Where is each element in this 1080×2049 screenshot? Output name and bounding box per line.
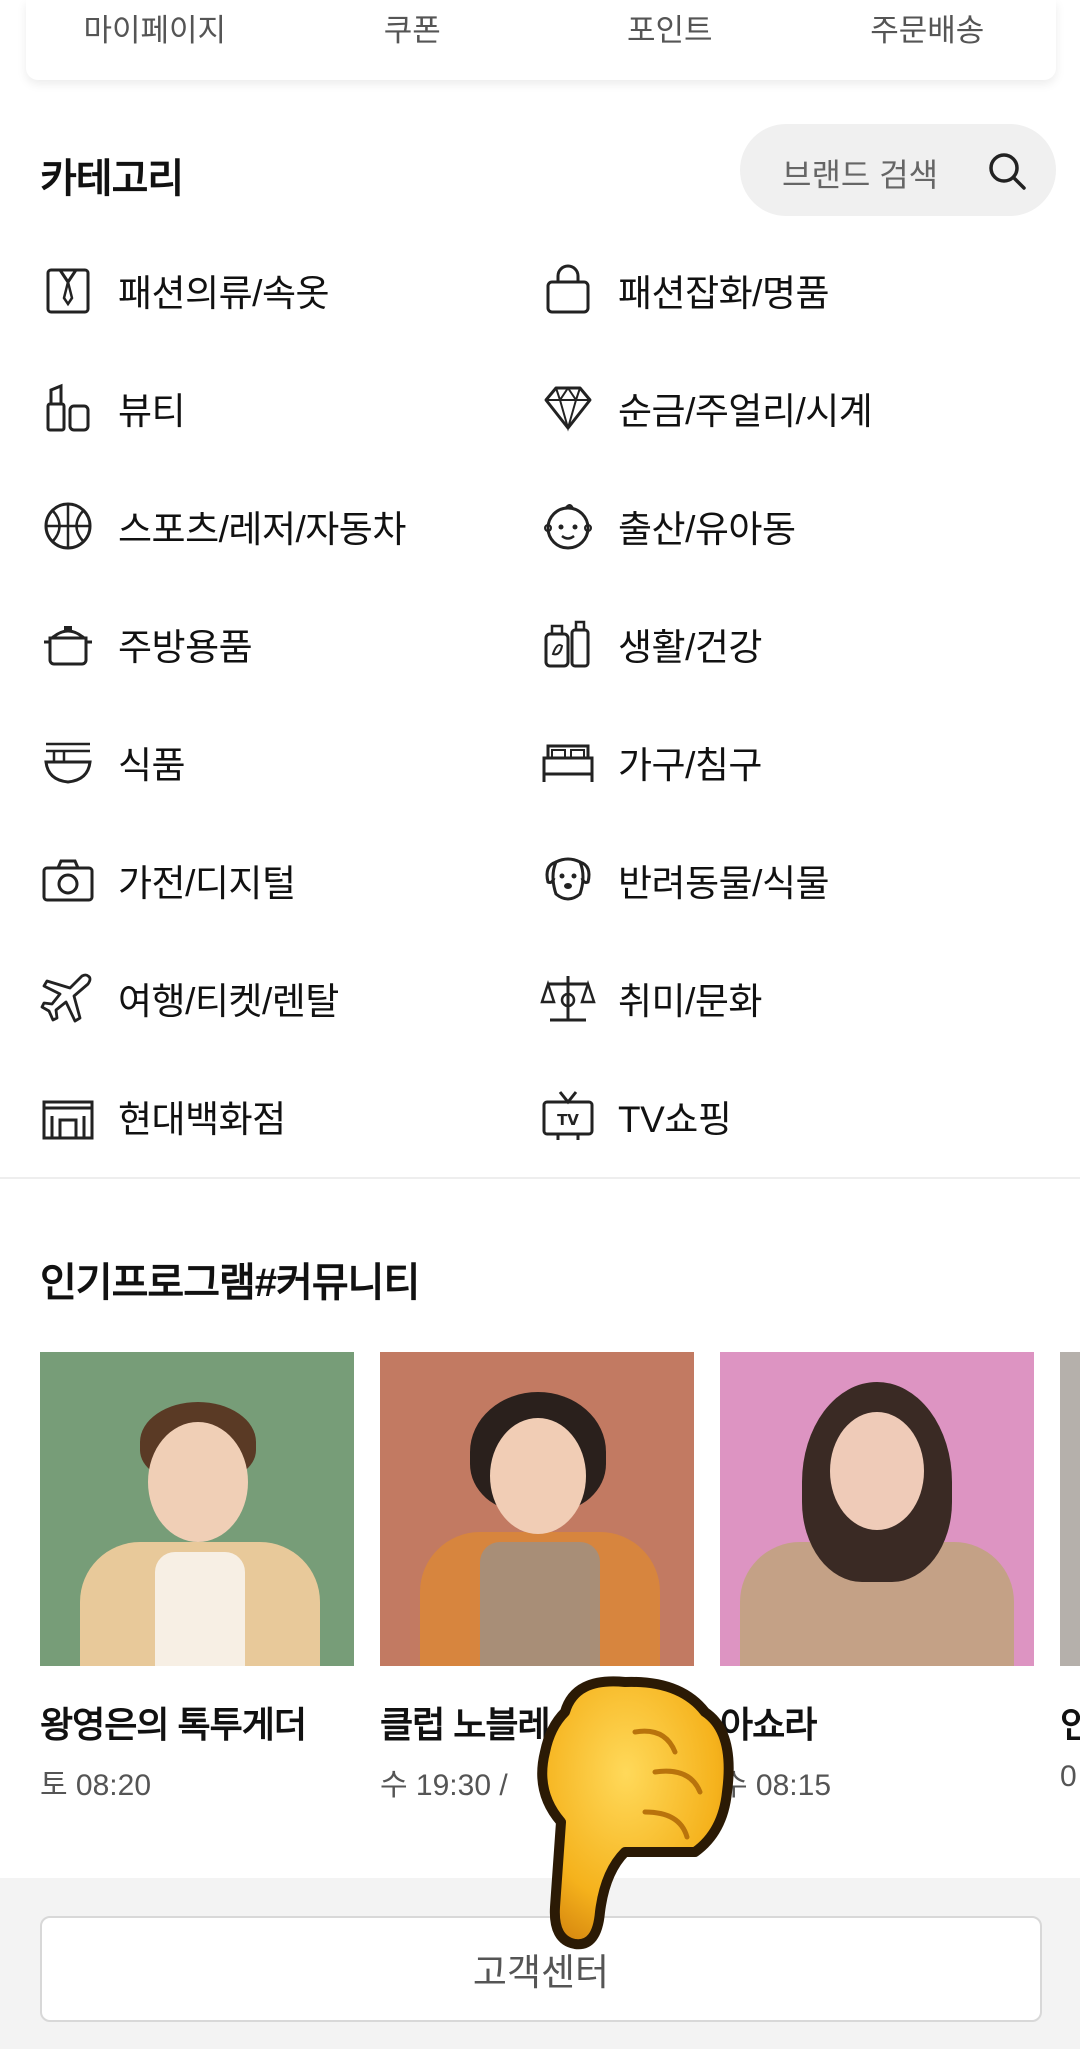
category-item-electronics[interactable]: 가전/디지털 [40,840,296,920]
category-item-beauty[interactable]: 뷰티 [40,368,186,448]
category-title: 카테고리 [40,157,184,201]
category-label: 반려동물/식물 [618,863,830,904]
category-label: 여행/티켓/렌탈 [118,981,339,1022]
program-time: 수 08:15 [720,1769,832,1802]
program-card[interactable]: 인 0 [1060,1352,1080,1794]
program-thumbnail [720,1352,1034,1666]
category-item-kitchen[interactable]: 주방용품 [40,604,253,684]
category-header: 카테고리 브랜드 검색 [0,120,1080,220]
category-item-tv-shopping[interactable]: TV TV쇼핑 [540,1076,732,1156]
tab-mypage[interactable]: 마이페이지 [26,5,284,76]
category-label: 패션의류/속옷 [118,273,330,314]
ball-icon [44,502,92,550]
bag-icon [546,264,590,314]
pointing-hand-icon [537,1676,734,1950]
svg-text:TV: TV [557,1111,579,1129]
category-item-furniture[interactable]: 가구/침구 [540,722,762,802]
lipstick-icon [46,383,90,432]
program-card[interactable]: 아쇼라 수 08:15 [720,1352,1034,1804]
diamond-icon [544,386,592,432]
bottles-icon [544,620,590,668]
category-item-living-health[interactable]: 생활/건강 [540,604,762,684]
category-label: 출산/유아동 [618,509,796,550]
tab-order-delivery[interactable]: 주문배송 [799,5,1057,76]
category-label: 식품 [118,745,186,786]
program-card[interactable]: 왕영은의 톡투게더 토 08:20 [40,1352,354,1804]
pot-icon [44,626,92,666]
tab-point[interactable]: 포인트 [541,5,799,76]
category-label: TV쇼핑 [618,1099,732,1140]
category-label: 뷰티 [118,391,186,432]
bowl-icon [44,742,92,784]
category-item-fashion-goods[interactable]: 패션잡화/명품 [540,250,830,330]
category-label: 가구/침구 [618,745,762,786]
tab-coupon[interactable]: 쿠폰 [284,5,542,76]
category-label: 패션잡화/명품 [618,273,830,314]
program-thumbnail [40,1352,354,1666]
bed-icon [542,744,594,782]
category-label: 스포츠/레저/자동차 [118,509,406,550]
brand-search-button[interactable]: 브랜드 검색 [740,124,1056,216]
category-label: 현대백화점 [118,1099,286,1140]
category-item-sports[interactable]: 스포츠/레저/자동차 [40,486,406,566]
category-item-travel[interactable]: 여행/티켓/렌탈 [40,958,339,1038]
category-label: 순금/주얼리/시계 [618,391,873,432]
category-item-hyundai-department[interactable]: 현대백화점 [40,1076,286,1156]
program-name: 왕영은의 톡투게더 [40,1704,307,1745]
top-tab-bar: 마이페이지 쿠폰 포인트 주문배송 [26,0,1056,80]
program-time: 0 [1060,1760,1077,1793]
program-time: 토 08:20 [40,1769,152,1802]
program-name: 인 [1060,1704,1080,1745]
category-label: 취미/문화 [618,981,762,1022]
section-divider [0,1177,1080,1179]
category-item-hobby[interactable]: 취미/문화 [540,958,762,1038]
tv-icon: TV [542,1091,594,1140]
search-icon [989,153,1026,190]
building-icon [42,1100,94,1140]
shirt-icon [46,268,90,314]
category-item-jewelry[interactable]: 순금/주얼리/시계 [540,368,873,448]
category-item-baby[interactable]: 출산/유아동 [540,486,796,566]
program-thumbnail [1060,1352,1080,1666]
category-item-pets[interactable]: 반려동물/식물 [540,840,830,920]
baby-icon [544,504,592,550]
category-label: 가전/디지털 [118,863,296,904]
category-item-food[interactable]: 식품 [40,722,186,802]
category-item-fashion-clothing[interactable]: 패션의류/속옷 [40,250,330,330]
programs-title: 인기프로그램#커뮤니티 [40,1261,420,1305]
category-label: 생활/건강 [618,627,762,668]
category-label: 주방용품 [118,627,253,668]
program-thumbnail [380,1352,694,1666]
hobby-icon [540,976,596,1022]
dog-icon [545,857,591,901]
brand-search-placeholder: 브랜드 검색 [782,157,939,193]
program-name: 아쇼라 [720,1704,817,1745]
camera-icon [42,859,94,902]
plane-icon [40,973,92,1023]
